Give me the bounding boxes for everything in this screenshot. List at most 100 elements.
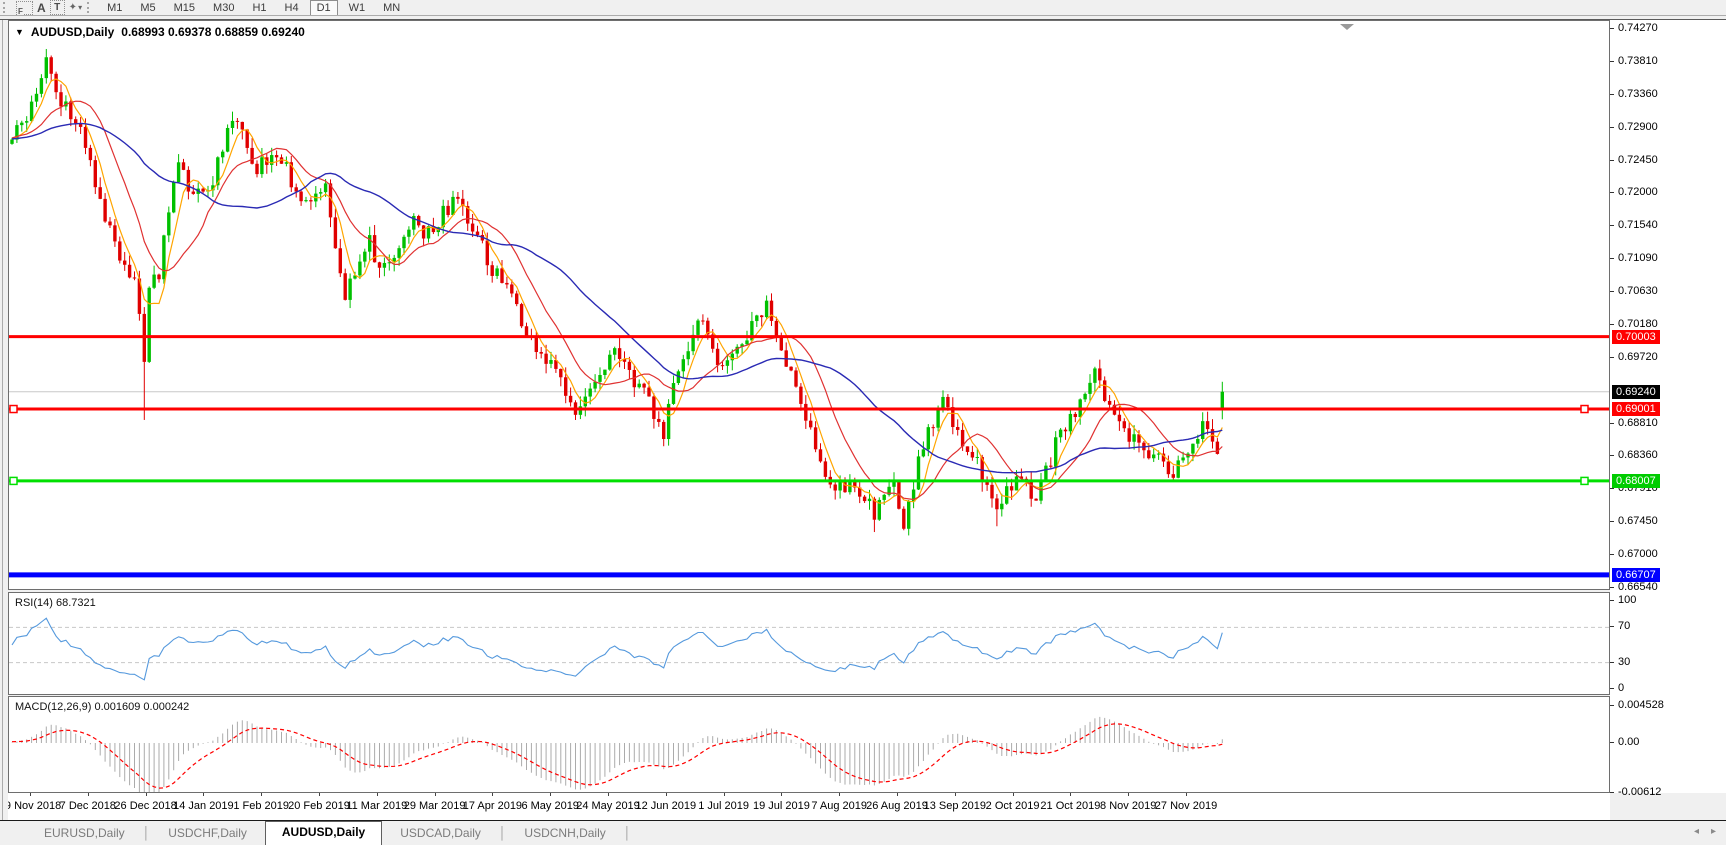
price-tick	[1610, 192, 1614, 193]
date-tick	[30, 793, 31, 796]
date-tick	[955, 793, 956, 796]
rsi-indicator-pane[interactable]: RSI(14) 68.7321	[8, 592, 1610, 695]
price-tag: 0.66707	[1612, 568, 1660, 582]
date-label: 1 Jul 2019	[698, 800, 749, 812]
date-tick	[377, 793, 378, 796]
timeframe-button-m30[interactable]: M30	[206, 1, 241, 15]
date-label: 8 Nov 2019	[1100, 800, 1156, 812]
macd-indicator-pane[interactable]: MACD(12,26,9) 0.001609 0.000242	[8, 696, 1610, 793]
hline-handle[interactable]	[10, 406, 17, 413]
toolbar-grip[interactable]	[3, 2, 10, 13]
chart-tab-audusd[interactable]: AUDUSD,Daily	[265, 821, 382, 845]
text-label-button[interactable]: T	[50, 1, 65, 15]
tab-scroll-left-icon[interactable]: ◂	[1694, 826, 1711, 837]
price-tag: 0.69240	[1612, 385, 1660, 399]
ohlc-values: 0.68993 0.69378 0.68859 0.69240	[121, 25, 305, 39]
price-tick	[1610, 127, 1614, 128]
chart-tab-usdcnh[interactable]: USDCNH,Daily	[506, 823, 623, 845]
chart-frame-icon: F	[16, 1, 33, 15]
chart-tab-usdcad[interactable]: USDCAD,Daily	[382, 823, 499, 845]
rsi-chart[interactable]	[9, 593, 1609, 694]
macd-chart[interactable]	[9, 697, 1609, 792]
mt4-window: F A T ✦ ▾ M1 M5 M15 M30 H1 H4 D1 W1MN ▼ AUDUSD,…	[0, 0, 1726, 845]
price-tick	[1610, 291, 1614, 292]
date-tick	[550, 793, 551, 796]
tab-divider: │	[143, 826, 151, 845]
rsi-label: RSI(14) 68.7321	[15, 597, 96, 609]
macd-tick	[1610, 742, 1614, 743]
tab-scroll-arrows[interactable]: ◂▸	[1694, 826, 1726, 837]
timeframe-button-m1[interactable]: M1	[100, 1, 129, 15]
timeframe-button-w1[interactable]: W1	[342, 1, 373, 15]
date-label: 26 Aug 2019	[866, 800, 928, 812]
chart-shift-marker[interactable]	[1340, 24, 1354, 30]
price-tick	[1610, 225, 1614, 226]
main-chart-pane[interactable]: ▼ AUDUSD,Daily 0.68993 0.69378 0.68859 0…	[8, 20, 1610, 590]
macd-tick-label: -0.00612	[1618, 786, 1661, 798]
rsi-tick-label: 30	[1618, 656, 1630, 668]
date-label: 24 May 2019	[576, 800, 640, 812]
tab-divider: │	[624, 826, 632, 845]
time-axis[interactable]: 19 Nov 20187 Dec 201826 Dec 201814 Jan 2…	[8, 793, 1610, 820]
date-tick	[261, 793, 262, 796]
rsi-tick	[1610, 626, 1614, 627]
rsi-tick-label: 70	[1618, 620, 1630, 632]
timeframe-button-d1[interactable]: D1	[310, 0, 338, 16]
date-label: 13 Sep 2019	[924, 800, 986, 812]
date-tick	[897, 793, 898, 796]
chart-tab-bar: EURUSD,Daily│USDCHF,DailyAUDUSD,DailyUSD…	[0, 820, 1726, 845]
price-tick-label: 0.68360	[1618, 449, 1658, 461]
macd-tick	[1610, 705, 1614, 706]
shapes-menu-button[interactable]: ✦ ▾	[69, 1, 82, 15]
date-tick	[146, 793, 147, 796]
candlestick-chart[interactable]	[9, 21, 1609, 589]
date-tick	[839, 793, 840, 796]
chart-tab-usdchf[interactable]: USDCHF,Daily	[150, 823, 265, 845]
hline-handle[interactable]	[1581, 406, 1588, 413]
price-tick-label: 0.68810	[1618, 417, 1658, 429]
price-tick-label: 0.70180	[1618, 318, 1658, 330]
price-tick-label: 0.72900	[1618, 121, 1658, 133]
chart-tab-eurusd[interactable]: EURUSD,Daily	[26, 823, 143, 845]
date-tick	[88, 793, 89, 796]
text-tool-button[interactable]: A	[37, 1, 46, 15]
price-tick-label: 0.69720	[1618, 351, 1658, 363]
timeframe-button-h1[interactable]: H1	[245, 1, 273, 15]
date-tick	[203, 793, 204, 796]
hline-handle[interactable]	[1581, 477, 1588, 484]
timeframe-button-h4[interactable]: H4	[278, 1, 306, 15]
macd-tick-label: 0.004528	[1618, 699, 1664, 711]
price-tick-label: 0.66540	[1618, 581, 1658, 593]
price-tick	[1610, 554, 1614, 555]
date-tick	[1186, 793, 1187, 796]
price-tick	[1610, 28, 1614, 29]
price-tick-label: 0.70630	[1618, 285, 1658, 297]
chevron-down-icon: ▾	[78, 3, 82, 12]
date-label: 20 Feb 2019	[288, 800, 350, 812]
price-tick-label: 0.67000	[1618, 548, 1658, 560]
date-label: 27 Nov 2019	[1155, 800, 1217, 812]
rsi-tick	[1610, 688, 1614, 689]
date-label: 21 Oct 2019	[1040, 800, 1100, 812]
toolbar-grip-2[interactable]	[87, 2, 94, 13]
hline-handle[interactable]	[10, 477, 17, 484]
tab-divider: │	[499, 826, 507, 845]
shapes-icon: ✦	[69, 2, 77, 13]
toolbar: F A T ✦ ▾ M1 M5 M15 M30 H1 H4 D1 W1MN	[0, 0, 1726, 15]
tab-scroll-right-icon[interactable]: ▸	[1711, 826, 1726, 837]
toolbar-divider	[0, 15, 1726, 16]
collapse-ohlc-icon[interactable]: ▼	[15, 27, 24, 37]
timeframe-button-mn[interactable]: MN	[376, 1, 407, 15]
date-label: 1 Feb 2019	[233, 800, 289, 812]
timeframe-button-m5[interactable]: M5	[133, 1, 162, 15]
chart-frame-button[interactable]: F	[16, 1, 33, 15]
date-tick	[319, 793, 320, 796]
date-label: 7 Dec 2018	[60, 800, 116, 812]
timeframe-button-m15[interactable]: M15	[167, 1, 202, 15]
price-tick	[1610, 357, 1614, 358]
date-label: 19 Nov 2018	[8, 800, 61, 812]
date-tick	[1128, 793, 1129, 796]
price-tick	[1610, 61, 1614, 62]
timeframe-toolbar: M1 M5 M15 M30 H1 H4 D1 W1MN	[98, 0, 409, 16]
price-scale[interactable]: 0.742700.738100.733600.729000.724500.720…	[1610, 20, 1726, 793]
